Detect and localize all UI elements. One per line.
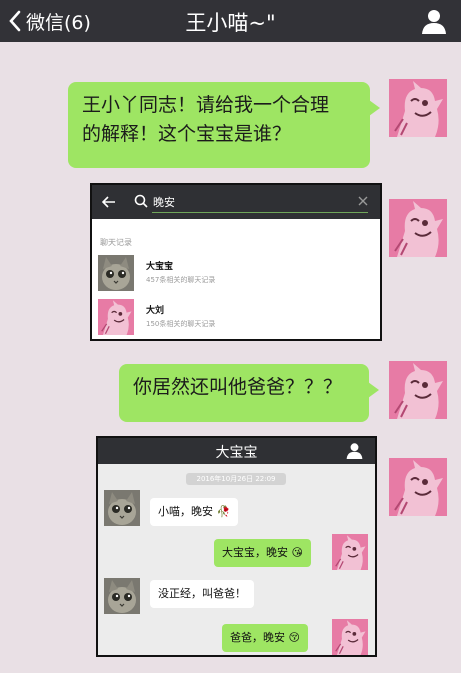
timestamp: 2016年10月26日 22:09 (186, 473, 286, 485)
message-text-line: 的解释！这个宝宝是谁？ (82, 123, 292, 145)
message-text: 你居然还叫他爸爸？？？ (133, 376, 343, 398)
avatar (98, 255, 134, 291)
avatar[interactable] (389, 361, 447, 419)
message-bubble[interactable]: 你居然还叫他爸爸？？？ (119, 364, 379, 422)
chat-bubble: 没正经，叫爸爸！ (150, 580, 254, 608)
chat-screenshot-header: 大宝宝 (98, 438, 375, 464)
back-label: 微信(6) (26, 11, 91, 34)
search-screenshot[interactable]: 晚安 聊天记录 大宝宝 457条相关的聊天记录 大刘 150条相关的聊天记录 (90, 183, 382, 341)
chat-bubble: 小喵，晚安 🥀 (150, 498, 239, 526)
avatar (104, 490, 140, 526)
clear-icon (358, 196, 368, 206)
chat-screenshot[interactable]: 大宝宝 2016年10月26日 22:09 小喵，晚安 🥀 大宝宝，晚安 😘 没… (96, 436, 377, 657)
search-result[interactable]: 大刘 150条相关的聊天记录 (98, 299, 378, 339)
avatar (98, 299, 134, 335)
chat-screenshot-title: 大宝宝 (215, 445, 258, 461)
chat-text: 爸爸，晚安 (230, 631, 285, 644)
blush-emoji: 😚 (288, 631, 300, 644)
avatar (104, 578, 140, 614)
search-icon (134, 194, 148, 208)
result-name: 大宝宝 (146, 262, 174, 272)
chat-text: 大宝宝，晚安 (222, 546, 288, 559)
chat-bubble: 爸爸，晚安 😚 (222, 624, 308, 652)
chat-text: 没正经，叫爸爸！ (158, 587, 246, 600)
back-chevron-icon (9, 10, 21, 32)
section-label: 聊天记录 (100, 238, 132, 247)
avatar[interactable] (389, 199, 447, 257)
result-subtitle: 150条相关的聊天记录 (146, 320, 216, 328)
message-text-line: 王小丫同志！请给我一个合理 (82, 94, 330, 116)
chat-text: 小喵，晚安 (158, 505, 213, 518)
message-bubble[interactable]: 王小丫同志！请给我一个合理 的解释！这个宝宝是谁？ (68, 82, 380, 168)
back-arrow-icon (102, 196, 115, 208)
smile-emoji: 😘 (291, 546, 303, 559)
person-icon (346, 442, 363, 459)
search-query: 晚安 (153, 196, 175, 209)
search-result[interactable]: 大宝宝 457条相关的聊天记录 (98, 255, 378, 295)
result-name: 大刘 (146, 306, 165, 316)
result-subtitle: 457条相关的聊天记录 (146, 276, 216, 284)
top-bar: 微信(6) 王小喵~" (0, 0, 461, 42)
person-icon[interactable] (421, 8, 447, 34)
avatar[interactable] (389, 458, 447, 516)
back-button[interactable]: 微信(6) (8, 6, 91, 36)
chat-bubble: 大宝宝，晚安 😘 (214, 539, 311, 567)
avatar (332, 619, 368, 655)
avatar[interactable] (389, 79, 447, 137)
search-underline (152, 212, 368, 213)
search-bar: 晚安 (92, 185, 380, 219)
rose-emoji: 🥀 (216, 505, 231, 518)
avatar (332, 534, 368, 570)
